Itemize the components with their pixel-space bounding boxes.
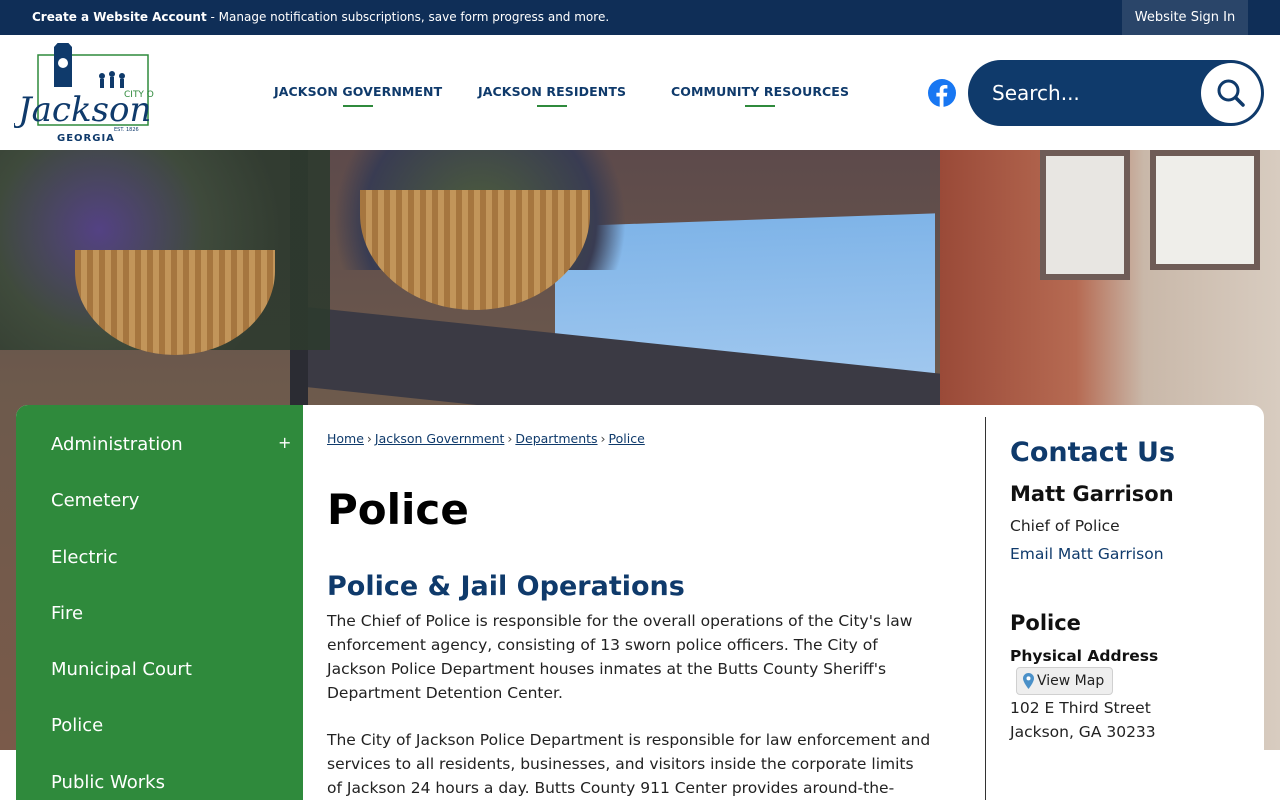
nav-label: JACKSON GOVERNMENT [274, 84, 443, 99]
top-bar: Create a Website Account - Manage notifi… [0, 0, 1280, 35]
breadcrumb-jackson-government[interactable]: Jackson Government [375, 431, 504, 446]
address-street: 102 E Third Street [1010, 699, 1151, 717]
create-account-description: - Manage notification subscriptions, sav… [206, 10, 610, 24]
breadcrumb-departments[interactable]: Departments [515, 431, 597, 446]
breadcrumb-home[interactable]: Home [327, 431, 364, 446]
main-content: Home › Jackson Government › Departments › Poli… [327, 405, 977, 800]
sidebar-item-municipal-court[interactable]: Municipal Court [51, 659, 192, 680]
address-city: Jackson, GA 30233 [1010, 723, 1156, 741]
sidebar-item-cemetery[interactable]: Cemetery [51, 490, 139, 511]
nav-jackson-government[interactable]: JACKSON GOVERNMENT [274, 84, 442, 107]
search-input[interactable] [992, 74, 1192, 112]
nav-label: JACKSON RESIDENTS [478, 84, 627, 99]
contact-name: Matt Garrison [1010, 482, 1174, 506]
sidebar-nav: Administration + Cemetery Electric Fire … [16, 405, 303, 800]
body-paragraph: The Chief of Police is responsible for t… [327, 612, 913, 702]
sidebar-item-fire[interactable]: Fire [51, 603, 83, 624]
search-icon [1217, 79, 1245, 107]
create-account-label[interactable]: Create a Website Account [32, 10, 207, 24]
contact-email-link[interactable]: Email Matt Garrison [1010, 545, 1164, 563]
sidebar-item-public-works[interactable]: Public Works [51, 772, 165, 793]
nav-jackson-residents[interactable]: JACKSON RESIDENTS [478, 84, 626, 107]
facebook-icon[interactable] [928, 79, 956, 107]
svg-text:GEORGIA: GEORGIA [57, 133, 115, 143]
page-title: Police [327, 485, 469, 534]
hero-window [1040, 150, 1130, 280]
section-heading: Police & Jail Operations [327, 571, 685, 602]
svg-text:Jackson: Jackson [14, 90, 151, 130]
nav-label: COMMUNITY RESOURCES [671, 84, 850, 99]
view-map-label: View Map [1037, 673, 1105, 689]
column-divider [985, 417, 986, 800]
breadcrumb-separator: › [600, 431, 606, 446]
contact-department: Police [1010, 611, 1081, 635]
city-logo-graphic: CITY OF Jackson EST. 1826 GEORGIA [12, 37, 159, 144]
contact-heading: Contact Us [1010, 437, 1176, 468]
breadcrumb-separator: › [507, 431, 513, 446]
view-map-button[interactable]: View Map [1016, 667, 1114, 695]
content-card: Administration + Cemetery Electric Fire … [16, 405, 1264, 800]
breadcrumb: Home › Jackson Government › Departments › Poli… [327, 431, 645, 446]
search-bar [968, 60, 1264, 126]
nav-community-resources[interactable]: COMMUNITY RESOURCES [671, 84, 849, 107]
site-header: CITY OF Jackson EST. 1826 GEORGIA JACKSO… [0, 35, 1280, 150]
sidebar-item-administration[interactable]: Administration [51, 434, 183, 455]
map-pin-icon [1023, 673, 1034, 689]
city-logo[interactable]: CITY OF Jackson EST. 1826 GEORGIA [12, 37, 159, 144]
website-sign-in-button[interactable]: Website Sign In [1122, 0, 1248, 35]
sidebar-item-electric[interactable]: Electric [51, 547, 118, 568]
nav-underline [343, 105, 374, 107]
expand-icon[interactable]: + [278, 433, 291, 452]
create-account-link[interactable]: Create a Website Account - Manage notifi… [32, 10, 609, 24]
contact-panel: Contact Us Matt Garrison Chief of Police… [1010, 405, 1250, 800]
sidebar-item-police[interactable]: Police [51, 715, 103, 736]
body-paragraph: The City of Jackson Police Department is… [327, 731, 931, 797]
breadcrumb-separator: › [366, 431, 372, 446]
nav-underline [537, 105, 568, 107]
svg-text:EST. 1826: EST. 1826 [114, 127, 139, 133]
address-label: Physical Address [1010, 647, 1159, 665]
breadcrumb-police[interactable]: Police [609, 431, 645, 446]
search-button[interactable] [1201, 63, 1261, 123]
contact-role: Chief of Police [1010, 517, 1120, 535]
hero-window [1150, 150, 1260, 270]
nav-underline [745, 105, 776, 107]
